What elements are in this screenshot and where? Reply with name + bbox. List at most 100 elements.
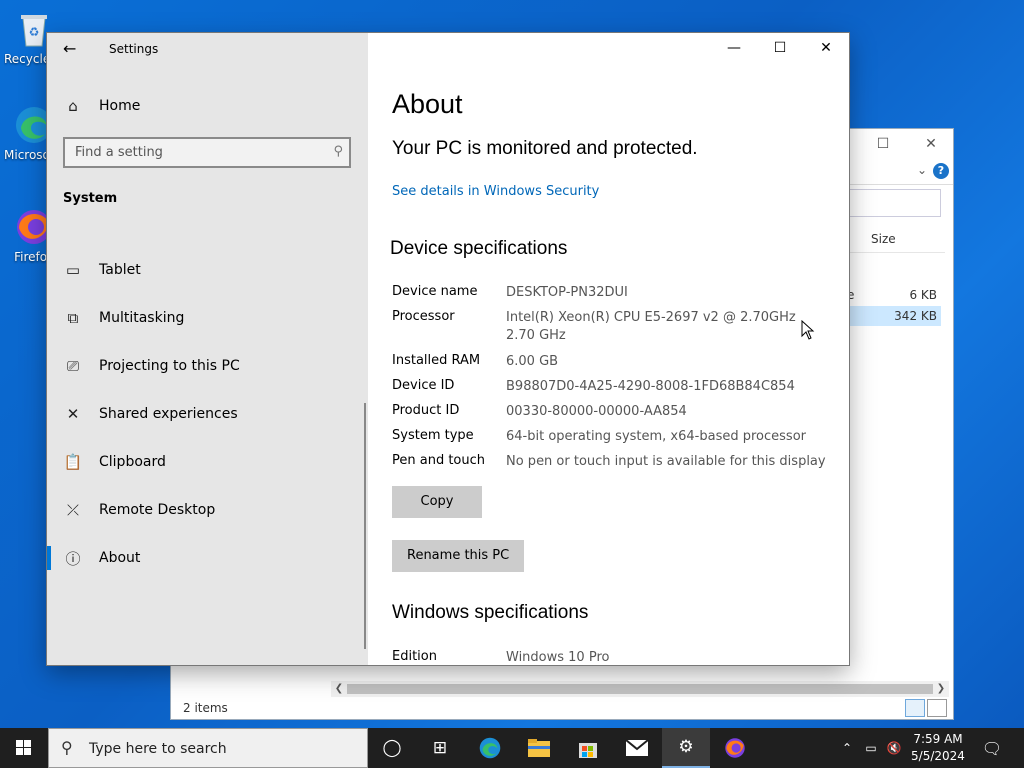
device-specs-heading: Device specifications bbox=[390, 238, 568, 259]
spec-label: Edition bbox=[392, 649, 437, 664]
scroll-right-icon[interactable]: ❯ bbox=[933, 681, 949, 697]
app-title: Settings bbox=[109, 42, 159, 56]
section-heading: System bbox=[63, 191, 118, 206]
home-icon: ⌂ bbox=[68, 97, 78, 115]
spec-label: System type bbox=[392, 428, 474, 443]
edge-taskbar-icon[interactable] bbox=[466, 728, 514, 768]
nav-item-label: Projecting to this PC bbox=[99, 358, 240, 374]
back-arrow-icon[interactable]: ← bbox=[63, 39, 76, 58]
help-icon[interactable]: ? bbox=[933, 163, 949, 179]
about-content: — ☐ ✕ About Your PC is monitored and pro… bbox=[368, 33, 849, 665]
horizontal-scrollbar[interactable]: ❮ ❯ bbox=[331, 681, 949, 697]
nav-item-remote-desktop[interactable]: ⤫ Remote Desktop bbox=[47, 490, 368, 530]
multitasking-icon: ⧉ bbox=[67, 309, 79, 327]
settings-sidebar: ← Settings ⌂ Home Find a setting ⚲ Syste… bbox=[47, 33, 368, 665]
nav-item-label: Shared experiences bbox=[99, 406, 238, 422]
nav-item-shared-experiences[interactable]: ✕ Shared experiences bbox=[47, 394, 368, 434]
scroll-thumb[interactable] bbox=[347, 684, 933, 694]
status-item-count: 2 items bbox=[183, 701, 228, 715]
settings-search-input[interactable]: Find a setting ⚲ bbox=[63, 137, 351, 168]
settings-window[interactable]: ← Settings ⌂ Home Find a setting ⚲ Syste… bbox=[47, 33, 849, 665]
system-clock[interactable]: 7:59 AM 5/5/2024 bbox=[906, 731, 970, 765]
file-size: 342 KB bbox=[894, 309, 937, 323]
notifications-icon[interactable]: 🗨 bbox=[978, 728, 1006, 768]
shared-experiences-icon: ✕ bbox=[66, 405, 80, 423]
network-icon[interactable]: ▭ bbox=[860, 728, 882, 768]
settings-titlebar: ← Settings bbox=[47, 33, 368, 65]
spec-value: B98807D0-4A25-4290-8008-1FD68B84C854 bbox=[506, 379, 795, 394]
maximize-icon[interactable]: ☐ bbox=[757, 33, 803, 65]
nav-item-clipboard[interactable]: 📋 Clipboard bbox=[47, 442, 368, 482]
chevron-down-icon[interactable]: ⌄ bbox=[917, 163, 927, 177]
tablet-icon: ▭ bbox=[65, 261, 81, 279]
projecting-icon: ⎚ bbox=[66, 357, 79, 375]
spec-label: Installed RAM bbox=[392, 353, 481, 368]
close-icon[interactable]: ✕ bbox=[803, 33, 849, 65]
nav-item-about[interactable]: ⓘ About bbox=[47, 538, 368, 578]
spec-value: DESKTOP-PN32DUI bbox=[506, 285, 628, 300]
file-explorer-icon[interactable] bbox=[515, 728, 563, 768]
nav-item-label: Tablet bbox=[99, 262, 141, 278]
rename-pc-button[interactable]: Rename this PC bbox=[392, 540, 525, 572]
spec-value: 6.00 GB bbox=[506, 354, 559, 369]
nav-item-label: Multitasking bbox=[99, 310, 185, 326]
nav-item-label: Clipboard bbox=[99, 454, 166, 470]
search-icon: ⚲ bbox=[61, 738, 73, 757]
firefox-taskbar-icon[interactable] bbox=[711, 728, 759, 768]
minimize-icon[interactable]: — bbox=[711, 33, 757, 65]
spec-label: Device name bbox=[392, 284, 478, 299]
explorer-search-input[interactable] bbox=[841, 189, 941, 217]
nav-item-multitasking[interactable]: ⧉ Multitasking bbox=[47, 298, 368, 338]
nav-item-label: Remote Desktop bbox=[99, 502, 216, 518]
security-details-link[interactable]: See details in Windows Security bbox=[392, 184, 599, 199]
spec-label: Product ID bbox=[392, 403, 460, 418]
view-toggle bbox=[905, 699, 947, 717]
nav-home[interactable]: ⌂ Home bbox=[47, 86, 368, 126]
protection-status: Your PC is monitored and protected. bbox=[392, 138, 698, 159]
clock-date: 5/5/2024 bbox=[911, 749, 965, 763]
copy-button[interactable]: Copy bbox=[392, 486, 482, 518]
search-icon: ⚲ bbox=[333, 144, 343, 159]
remote-desktop-icon: ⤫ bbox=[66, 501, 79, 519]
mouse-cursor-icon bbox=[801, 320, 815, 340]
page-title: About bbox=[392, 89, 463, 119]
nav-item-tablet[interactable]: ▭ Tablet bbox=[47, 250, 368, 290]
search-placeholder: Find a setting bbox=[75, 145, 163, 160]
spec-label: Device ID bbox=[392, 378, 455, 393]
nav-item-label: About bbox=[99, 550, 141, 566]
task-view-icon[interactable]: ⊞ bbox=[416, 728, 464, 768]
spec-value: No pen or touch input is available for t… bbox=[506, 454, 826, 469]
spec-label: Processor bbox=[392, 309, 455, 324]
column-size[interactable]: Size bbox=[871, 232, 896, 246]
spec-value: 00330-80000-00000-AA854 bbox=[506, 404, 687, 419]
taskbar: ⚲ Type here to search ◯ ⊞ ⚙ ⌃ ▭ 🔇 7:59 A… bbox=[0, 728, 1024, 768]
volume-muted-icon[interactable]: 🔇 bbox=[882, 728, 906, 768]
clipboard-icon: 📋 bbox=[63, 453, 83, 471]
svg-text:♻: ♻ bbox=[29, 25, 40, 39]
windows-logo-icon bbox=[16, 740, 31, 755]
window-controls: — ☐ ✕ bbox=[711, 33, 849, 65]
nav-home-label: Home bbox=[99, 98, 141, 114]
taskbar-search-box[interactable]: ⚲ Type here to search bbox=[48, 728, 368, 768]
search-placeholder: Type here to search bbox=[89, 741, 227, 757]
nav-item-projecting[interactable]: ⎚ Projecting to this PC bbox=[47, 346, 368, 386]
file-row-selected[interactable]: 342 KB bbox=[847, 306, 941, 326]
cortana-icon[interactable]: ◯ bbox=[368, 728, 416, 768]
scroll-left-icon[interactable]: ❮ bbox=[331, 681, 347, 697]
chevron-up-icon[interactable]: ⌃ bbox=[836, 728, 858, 768]
file-size: 6 KB bbox=[909, 288, 937, 302]
close-icon[interactable]: ✕ bbox=[919, 133, 943, 155]
windows-specs-heading: Windows specifications bbox=[392, 602, 589, 623]
spec-value: 64-bit operating system, x64-based proce… bbox=[506, 429, 806, 444]
start-button[interactable] bbox=[0, 728, 48, 768]
info-icon: ⓘ bbox=[65, 549, 81, 568]
spec-label: Pen and touch bbox=[392, 453, 486, 468]
details-view-icon[interactable] bbox=[905, 699, 925, 717]
large-icons-view-icon[interactable] bbox=[927, 699, 947, 717]
maximize-icon[interactable]: ☐ bbox=[871, 133, 895, 155]
store-icon[interactable] bbox=[564, 728, 612, 768]
clock-time: 7:59 AM bbox=[913, 732, 963, 746]
settings-taskbar-icon[interactable]: ⚙ bbox=[662, 728, 710, 768]
mail-icon[interactable] bbox=[613, 728, 661, 768]
sidebar-scrollbar[interactable] bbox=[364, 403, 366, 649]
